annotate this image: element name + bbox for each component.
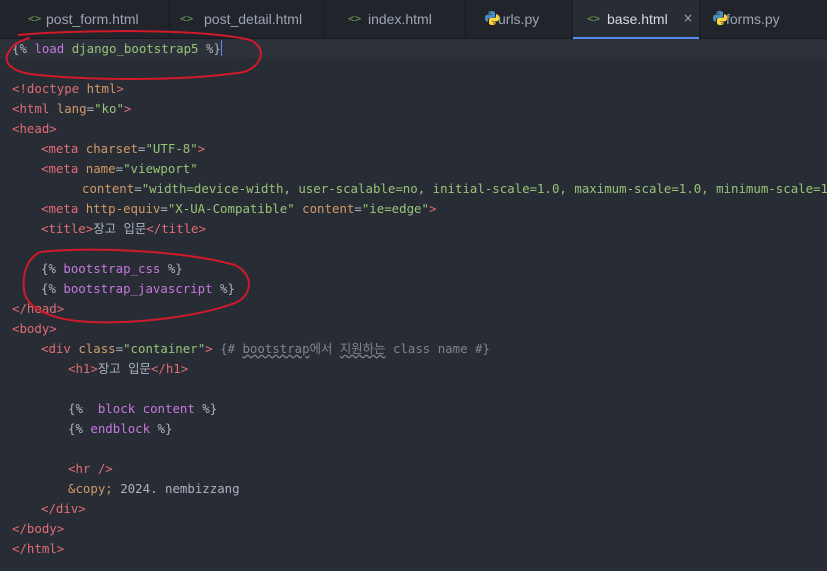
code-line-16: <div class="container"> {# bootstrap에서 지… [41, 341, 490, 356]
html-file-icon: <> [587, 12, 601, 25]
code-line-4: <html lang="ko"> [12, 101, 132, 116]
tab-post-detail[interactable]: <> post_detail.html [170, 0, 324, 38]
code-line-20: {% endblock %} [68, 421, 173, 436]
code-line-15: <body> [12, 321, 57, 336]
code-line-13: {% bootstrap_javascript %} [41, 281, 235, 296]
tab-forms-py[interactable]: forms.py [700, 0, 827, 38]
tab-label: forms.py [726, 11, 780, 27]
python-icon [485, 11, 499, 25]
tab-post-form[interactable]: <> post_form.html [0, 0, 170, 38]
code-line-25: </body> [12, 521, 65, 536]
code-line-17: <h1>장고 입문</h1> [68, 361, 189, 376]
tab-base-html[interactable]: <> base.html × [573, 0, 700, 39]
close-tab-icon[interactable]: × [683, 11, 693, 25]
code-line-26: </html> [12, 541, 65, 556]
code-line-14: </head> [12, 301, 65, 316]
code-line-5: <head> [12, 121, 57, 136]
code-line-1: {% load django_bootstrap5 %} [12, 40, 222, 56]
tab-index[interactable]: <> index.html [324, 0, 466, 38]
code-line-23: &copy; 2024. nembizzang [68, 481, 240, 496]
tab-label: index.html [368, 11, 432, 27]
tab-bar: <> post_form.html <> post_detail.html <>… [0, 0, 827, 39]
tab-label: base.html [607, 11, 668, 27]
code-line-3: <!doctype html> [12, 81, 124, 96]
code-line-6: <meta charset="UTF-8"> [41, 141, 206, 156]
html-file-icon: <> [28, 12, 42, 25]
code-line-9: <meta http-equiv="X-UA-Compatible" conte… [41, 201, 437, 216]
code-line-12: {% bootstrap_css %} [41, 261, 183, 276]
html-file-icon: <> [348, 12, 362, 25]
code-line-22: <hr /> [68, 461, 113, 476]
python-icon [713, 11, 727, 25]
code-line-19: {% block content %} [68, 401, 218, 416]
code-line-10: <title>장고 입문</title> [41, 221, 206, 236]
html-file-icon: <> [180, 12, 194, 25]
tab-label: post_detail.html [204, 11, 303, 27]
code-editor[interactable]: {% load django_bootstrap5 %} <!doctype h… [0, 39, 827, 571]
code-line-7: <meta name="viewport" [41, 161, 198, 176]
tab-urls-py[interactable]: urls.py [466, 0, 573, 38]
tab-label: post_form.html [46, 11, 139, 27]
code-line-8: content="width=device-width, user-scalab… [82, 181, 827, 196]
code-line-24: </div> [41, 501, 86, 516]
tab-label: urls.py [498, 11, 540, 27]
text-cursor [220, 40, 222, 56]
